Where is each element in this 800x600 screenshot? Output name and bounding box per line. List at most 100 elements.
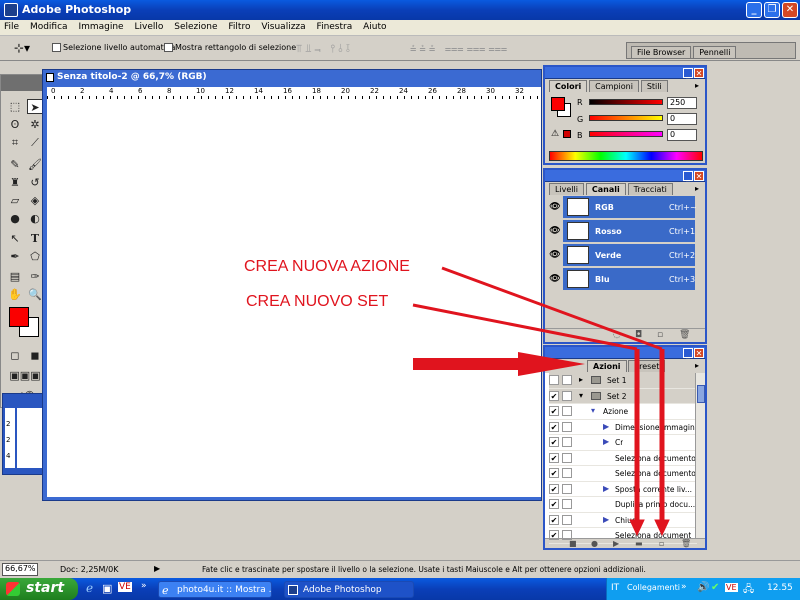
- blur-tool-icon[interactable]: ●: [7, 211, 23, 226]
- menu-aiuto[interactable]: Aiuto: [359, 20, 390, 32]
- panel-menu-icon[interactable]: ▸: [695, 184, 699, 193]
- crop-tool-icon[interactable]: ⌗: [7, 135, 23, 150]
- dialog-toggle-checkbox[interactable]: [562, 499, 572, 509]
- auto-select-checkbox[interactable]: Selezione livello automatica: [52, 43, 175, 52]
- new-channel-icon[interactable]: ▫: [657, 330, 663, 340]
- tray-antivirus-icon[interactable]: ✔: [711, 582, 719, 593]
- quick-mask-on-icon[interactable]: ◼: [27, 348, 43, 363]
- tab-colori[interactable]: Colori: [549, 80, 588, 92]
- panel-close-button[interactable]: ✕: [694, 68, 704, 78]
- align-buttons-icon[interactable]: ⫪⫫⫬ ⫯⫰⫱: [296, 42, 353, 56]
- menu-visualizza[interactable]: Visualizza: [257, 20, 309, 32]
- links-toolbar[interactable]: Collegamenti: [627, 583, 680, 592]
- paint-bucket-icon[interactable]: ◈: [27, 193, 43, 208]
- type-tool-icon[interactable]: T: [27, 231, 43, 246]
- action-row[interactable]: ▸ Set 1: [549, 373, 697, 389]
- b-slider[interactable]: [589, 131, 663, 137]
- tab-preset[interactable]: Preset: [628, 360, 666, 372]
- channel-row-verde[interactable]: 👁 Verde Ctrl+2: [547, 244, 695, 267]
- distribute-buttons-icon[interactable]: ⩮⩮⩮ ⩶⩶⩶: [410, 42, 510, 56]
- tray-app-icon[interactable]: VE: [725, 583, 738, 592]
- restore-button[interactable]: ❐: [764, 2, 780, 18]
- links-more-icon[interactable]: »: [681, 582, 687, 592]
- move-tool-preset-icon[interactable]: ⊹▾: [14, 41, 30, 55]
- actions-panel-header[interactable]: _ ✕: [545, 347, 705, 359]
- tab-campioni[interactable]: Campioni: [589, 80, 639, 92]
- tab-livelli[interactable]: Livelli: [549, 183, 585, 195]
- menu-modifica[interactable]: Modifica: [26, 20, 72, 32]
- eye-icon[interactable]: 👁: [547, 268, 563, 291]
- new-action-icon[interactable]: ▫: [659, 539, 664, 548]
- dialog-toggle-checkbox[interactable]: [562, 421, 572, 432]
- new-set-icon[interactable]: ▬: [635, 539, 643, 548]
- marquee-tool-icon[interactable]: ⬚: [7, 99, 23, 114]
- dialog-toggle-checkbox[interactable]: [562, 406, 572, 416]
- tab-file-browser[interactable]: File Browser: [631, 46, 692, 58]
- channel-row-rgb[interactable]: 👁 RGB Ctrl+~: [547, 196, 697, 219]
- actions-scrollbar[interactable]: [695, 373, 705, 539]
- action-row[interactable]: ✔ Seleziona documento: [549, 451, 697, 466]
- eraser-tool-icon[interactable]: ▱: [7, 193, 23, 208]
- menu-selezione[interactable]: Selezione: [170, 20, 221, 32]
- pen-tool-icon[interactable]: ✒: [7, 249, 23, 264]
- stop-icon[interactable]: ■: [569, 539, 577, 548]
- document-title-bar[interactable]: Senza titolo-2 @ 66,7% (RGB): [43, 70, 541, 86]
- action-row[interactable]: ✔ ▶ Sposta corrente liv...: [549, 482, 697, 497]
- menu-finestra[interactable]: Finestra: [313, 20, 357, 32]
- g-slider[interactable]: [589, 115, 663, 121]
- action-row[interactable]: ✔ ▶ Chiudi: [549, 513, 697, 528]
- toggle-checkbox[interactable]: ✔: [549, 406, 559, 416]
- healing-brush-icon[interactable]: ✎: [7, 157, 23, 172]
- toggle-checkbox[interactable]: ✔: [549, 468, 559, 478]
- panel-menu-icon[interactable]: ▸: [695, 361, 699, 370]
- action-row[interactable]: ✔ ▾ Azione: [549, 404, 697, 420]
- path-select-icon[interactable]: ↖: [7, 231, 23, 246]
- start-button[interactable]: start: [0, 578, 78, 600]
- dialog-toggle-checkbox[interactable]: [562, 514, 572, 525]
- ie-quicklaunch-icon[interactable]: ℯ: [86, 581, 93, 595]
- action-row[interactable]: ✔ ▶ Cr: [549, 435, 697, 451]
- task-browser[interactable]: ℯ photo4u.it :: Mostra ...: [158, 581, 272, 598]
- clone-stamp-icon[interactable]: ♜: [7, 175, 23, 190]
- menu-livello[interactable]: Livello: [130, 20, 167, 32]
- screen-mode-icon[interactable]: ▣▣▣: [5, 368, 45, 383]
- expand-triangle-icon[interactable]: ▾: [579, 391, 583, 400]
- channels-panel-header[interactable]: _ ✕: [545, 170, 705, 182]
- dialog-toggle-checkbox[interactable]: [562, 390, 572, 401]
- menu-file[interactable]: File: [0, 20, 23, 32]
- panel-menu-icon[interactable]: ▸: [695, 81, 699, 90]
- close-button[interactable]: ✕: [782, 2, 798, 18]
- brush-tool-icon[interactable]: 🖌: [27, 157, 43, 172]
- magic-wand-icon[interactable]: ✲: [27, 117, 43, 132]
- tab-tracciati[interactable]: Tracciati: [627, 183, 673, 195]
- desktop-quicklaunch-icon[interactable]: ▣: [102, 582, 112, 595]
- step-triangle-icon[interactable]: ▶: [603, 437, 609, 446]
- color-panel-header[interactable]: _ ✕: [545, 67, 705, 79]
- slice-tool-icon[interactable]: ⟋: [27, 135, 43, 150]
- tray-speaker-icon[interactable]: 🔊: [697, 582, 709, 593]
- history-brush-icon[interactable]: ↺: [27, 175, 43, 190]
- lasso-tool-icon[interactable]: ʘ: [7, 117, 23, 132]
- dialog-toggle-checkbox[interactable]: [562, 468, 572, 478]
- tab-azioni[interactable]: Azioni: [587, 360, 627, 372]
- background-document[interactable]: 2 2 4: [2, 393, 44, 475]
- eye-icon[interactable]: 👁: [547, 220, 563, 243]
- menu-immagine[interactable]: Immagine: [74, 20, 127, 32]
- toggle-checkbox[interactable]: ✔: [549, 390, 559, 401]
- zoom-tool-icon[interactable]: 🔍: [27, 287, 43, 302]
- window-title-bar[interactable]: Adobe Photoshop _ ❐ ✕: [0, 0, 800, 20]
- hand-tool-icon[interactable]: ✋: [7, 287, 23, 302]
- action-row[interactable]: ✔ Duplica primo docu...: [549, 497, 697, 513]
- app-quicklaunch-icon[interactable]: VE: [118, 582, 132, 592]
- delete-channel-icon[interactable]: 🗑: [679, 330, 690, 340]
- r-slider[interactable]: [589, 99, 663, 105]
- toggle-checkbox[interactable]: ✔: [549, 452, 559, 463]
- expand-triangle-icon[interactable]: ▸: [579, 375, 583, 384]
- channel-row-rosso[interactable]: 👁 Rosso Ctrl+1: [547, 220, 695, 243]
- panel-close-button[interactable]: ✕: [694, 171, 704, 181]
- step-triangle-icon[interactable]: ▶: [603, 515, 609, 524]
- eye-icon[interactable]: 👁: [547, 196, 563, 219]
- eye-icon[interactable]: 👁: [547, 244, 563, 267]
- panel-minimize-button[interactable]: _: [683, 171, 693, 181]
- dodge-tool-icon[interactable]: ◐: [27, 211, 43, 226]
